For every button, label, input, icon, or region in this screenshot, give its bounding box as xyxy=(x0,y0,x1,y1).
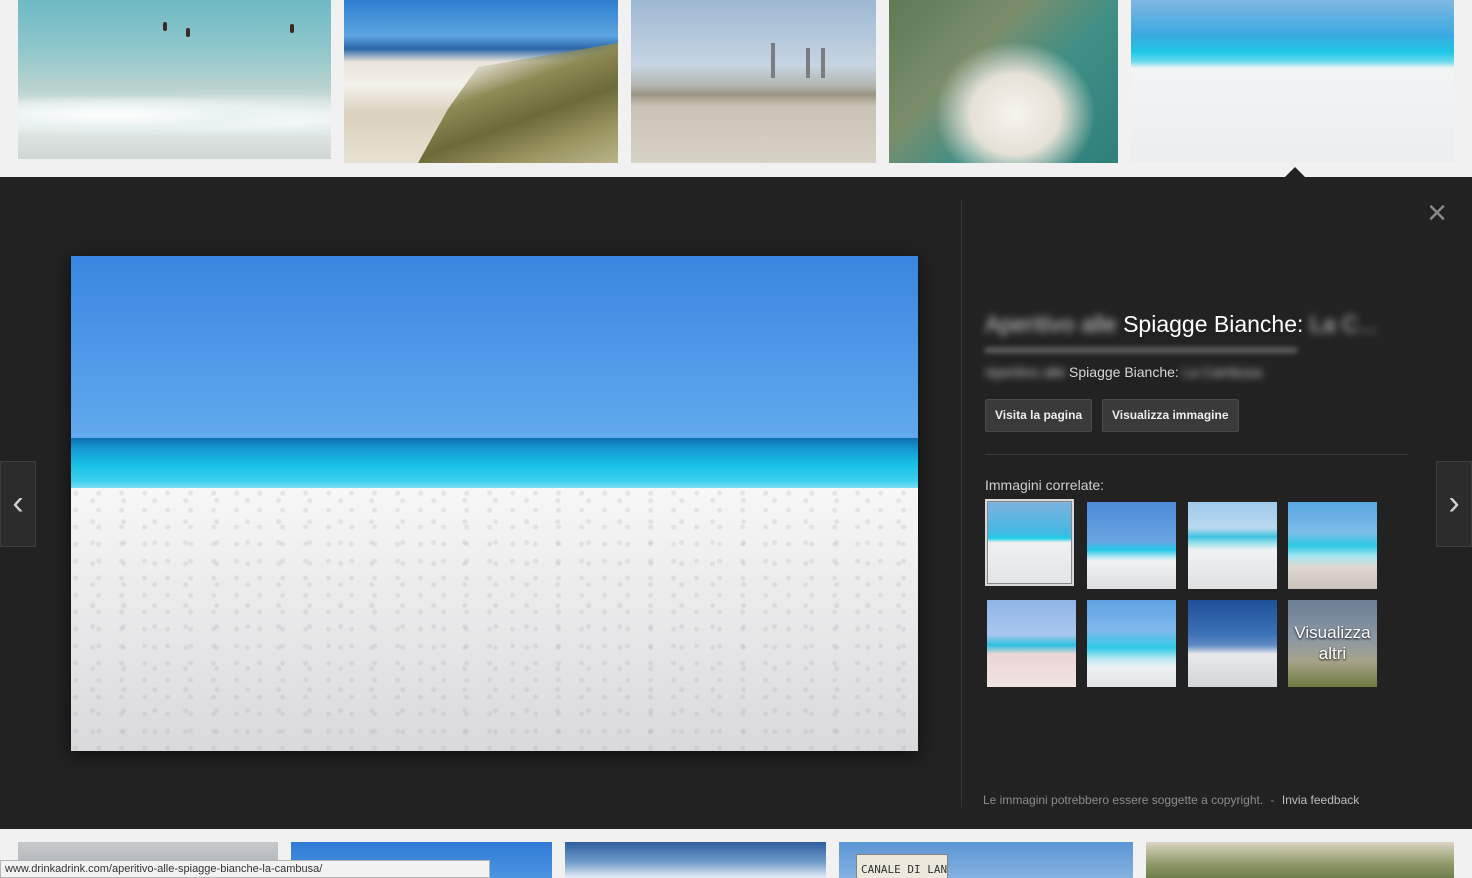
dune-grass xyxy=(418,43,618,163)
smokestack xyxy=(821,48,825,78)
browser-status-bar: www.drinkadrink.com/aperitivo-alle-spiag… xyxy=(0,860,490,878)
swimmer xyxy=(290,24,294,33)
subtitle-visible: Spiagge Bianche: xyxy=(1069,364,1179,380)
preview-image[interactable] xyxy=(71,256,918,751)
image-sea xyxy=(71,438,918,492)
image-search-results: × ‹ › Aperitivo alle Spiagge Bianche: La… xyxy=(0,0,1472,878)
view-more-line-1: Visualizza xyxy=(1294,623,1371,642)
title-visible: Spiagge Bianche: xyxy=(1123,311,1304,337)
result-thumbnail-5-selected[interactable] xyxy=(1131,0,1454,162)
result-thumbnail-8[interactable] xyxy=(565,842,826,878)
sign-text: CANALE DI LANCIO xyxy=(856,854,948,878)
send-feedback-link[interactable]: Invia feedback xyxy=(1282,793,1359,807)
visit-page-button[interactable]: Visita la pagina xyxy=(985,399,1093,432)
result-thumbnail-9[interactable]: CANALE DI LANCIO xyxy=(839,842,1133,878)
related-image-7[interactable] xyxy=(1188,600,1277,687)
copyright-text: Le immagini potrebbero essere soggette a… xyxy=(983,793,1264,807)
title-blurred-start: Aperitivo alle xyxy=(985,311,1117,337)
copyright-separator: - xyxy=(1270,793,1275,807)
swimmer xyxy=(163,22,167,31)
subtitle-blurred-end: La Cambusa xyxy=(1182,364,1263,380)
result-thumbnail-10[interactable] xyxy=(1146,842,1454,878)
related-image-4[interactable] xyxy=(1288,502,1377,589)
image-title[interactable]: Aperitivo alle Spiagge Bianche: La C... xyxy=(985,311,1378,338)
smokestack xyxy=(771,43,775,78)
close-icon[interactable]: × xyxy=(1423,196,1451,230)
related-image-3[interactable] xyxy=(1188,502,1277,589)
result-thumbnail-4[interactable] xyxy=(889,0,1118,163)
selected-pointer xyxy=(1285,167,1305,177)
view-more-label: Visualizza altri xyxy=(1288,622,1377,664)
related-image-2[interactable] xyxy=(1087,502,1176,589)
related-images-label: Immagini correlate: xyxy=(985,477,1105,493)
related-image-5[interactable] xyxy=(987,600,1076,687)
panel-divider xyxy=(961,200,962,807)
view-more-related[interactable]: Visualizza altri xyxy=(1288,600,1377,687)
related-image-6[interactable] xyxy=(1087,600,1176,687)
result-thumbnail-3[interactable] xyxy=(631,0,876,163)
chevron-left-icon[interactable]: ‹ xyxy=(0,461,36,547)
title-blurred-end: La C... xyxy=(1309,311,1378,337)
wave-foam xyxy=(18,95,331,135)
chevron-right-icon[interactable]: › xyxy=(1436,461,1472,547)
related-image-1[interactable] xyxy=(985,499,1074,586)
view-more-line-2: altri xyxy=(1318,644,1347,663)
image-sand-texture xyxy=(71,488,918,751)
result-thumbnail-2[interactable] xyxy=(344,0,618,163)
smokestack xyxy=(806,48,810,78)
swimmer xyxy=(186,28,190,37)
subtitle-blurred-start: Aperitivo alle xyxy=(985,364,1066,380)
image-source-title: Aperitivo alle Spiagge Bianche: La Cambu… xyxy=(985,364,1262,380)
copyright-notice: Le immagini potrebbero essere soggette a… xyxy=(983,793,1359,807)
image-sky xyxy=(71,256,918,442)
section-divider xyxy=(985,454,1408,455)
view-image-button[interactable]: Visualizza immagine xyxy=(1102,399,1239,432)
image-meta-blurred: ▬▬▬▬▬▬▬▬▬▬▬▬▬▬▬▬▬▬▬▬▬▬▬▬▬▬ xyxy=(985,341,1297,355)
result-thumbnail-1[interactable] xyxy=(18,0,331,159)
